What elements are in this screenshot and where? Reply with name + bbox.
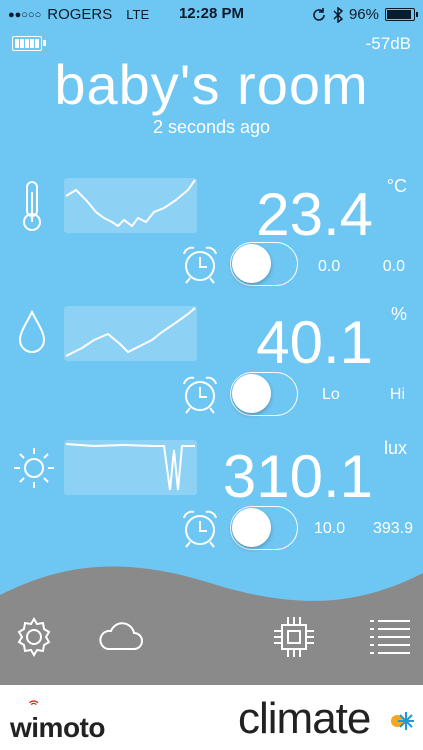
- device-battery-icon: [12, 36, 46, 51]
- signal-strength: -57dB: [365, 34, 411, 53]
- humidity-threshold-high[interactable]: Hi: [390, 386, 405, 404]
- temperature-row: 23.4 °C 0.0 0.0: [0, 176, 423, 308]
- bottom-toolbar: [0, 566, 423, 685]
- light-value: 310.1: [222, 443, 373, 510]
- alarm-clock-icon[interactable]: [180, 508, 220, 548]
- phone-battery-icon: [385, 8, 418, 21]
- phone-battery-fill: [387, 10, 411, 19]
- humidity-unit: %: [390, 304, 407, 324]
- temperature-value: 23.4: [256, 181, 373, 248]
- sun-icon: [14, 448, 54, 488]
- light-threshold-high[interactable]: 393.9: [373, 520, 413, 538]
- humidity-value: 40.1: [256, 309, 373, 376]
- settings-gear-icon[interactable]: [10, 613, 58, 661]
- alarm-clock-icon[interactable]: [180, 244, 220, 284]
- humidity-threshold-low[interactable]: Lo: [322, 386, 340, 404]
- humidity-drop-icon: [18, 309, 46, 353]
- humidity-row: 40.1 % Lo Hi: [0, 304, 423, 436]
- room-name[interactable]: baby's room: [0, 52, 423, 117]
- climate-product-name: climate: [238, 694, 371, 743]
- humidity-history-chart[interactable]: [64, 306, 197, 361]
- bluetooth-icon: [333, 6, 343, 23]
- toggle-knob: [232, 508, 271, 547]
- status-bar: ●●○○○ ROGERS LTE 12:28 PM 96%: [0, 0, 423, 30]
- toggle-knob: [232, 374, 271, 413]
- alarm-clock-icon[interactable]: [180, 374, 220, 414]
- wimoto-brand: wimoto: [10, 712, 106, 743]
- thermometer-icon: [23, 181, 41, 231]
- temperature-history-chart[interactable]: [64, 178, 197, 233]
- light-alarm-toggle[interactable]: [230, 506, 298, 550]
- app-screen: ●●○○○ ROGERS LTE 12:28 PM 96% -57dB baby…: [0, 0, 423, 750]
- temperature-alarm-toggle[interactable]: [230, 242, 298, 286]
- list-icon[interactable]: [366, 613, 414, 661]
- light-unit: lux: [383, 438, 407, 458]
- snowflake-sun-icon: [391, 712, 414, 730]
- battery-percent: 96%: [348, 6, 379, 23]
- humidity-alarm-toggle[interactable]: [230, 372, 298, 416]
- light-history-chart[interactable]: [64, 440, 197, 495]
- temperature-threshold-low[interactable]: 0.0: [318, 258, 340, 276]
- light-row: 310.1 lux 10.0 393.9: [0, 438, 423, 570]
- last-updated: 2 seconds ago: [152, 117, 271, 137]
- temperature-threshold-high[interactable]: 0.0: [383, 258, 405, 276]
- temperature-unit: °C: [386, 176, 407, 196]
- cloud-icon[interactable]: [96, 613, 144, 661]
- status-right: 96%: [311, 6, 418, 23]
- toggle-knob: [232, 244, 271, 283]
- light-threshold-low[interactable]: 10.0: [314, 520, 345, 538]
- chip-icon[interactable]: [270, 613, 318, 661]
- rotation-lock-icon: [313, 7, 325, 21]
